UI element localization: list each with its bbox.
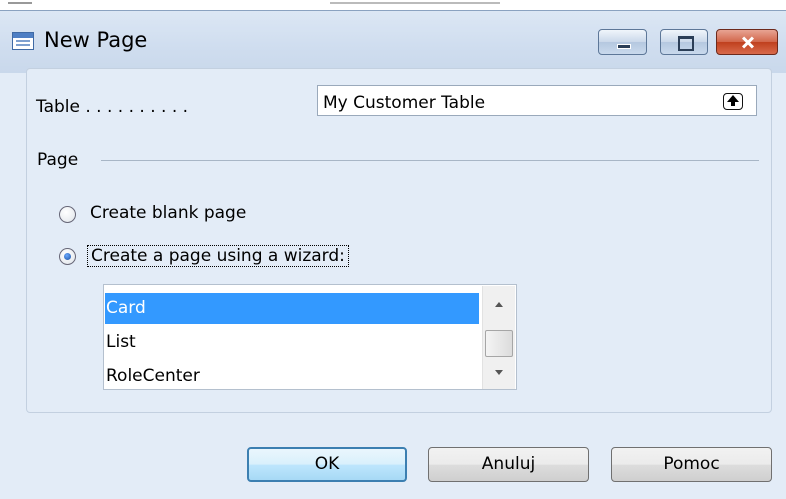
background-app-strip bbox=[0, 0, 786, 10]
page-group-divider bbox=[101, 160, 759, 161]
list-item-card[interactable]: Card bbox=[105, 293, 479, 324]
maximize-button[interactable] bbox=[660, 29, 708, 55]
scroll-up-arrow-icon[interactable] bbox=[483, 296, 516, 314]
table-window-icon bbox=[12, 32, 34, 50]
list-item-rolecenter[interactable]: RoleCenter bbox=[105, 361, 479, 392]
table-label: Table . . . . . . . . . . bbox=[36, 97, 189, 117]
cancel-button[interactable]: Anuluj bbox=[428, 447, 589, 482]
create-blank-page-radio[interactable] bbox=[59, 206, 76, 223]
create-blank-page-label[interactable]: Create blank page bbox=[90, 203, 246, 223]
list-scrollbar[interactable] bbox=[482, 286, 515, 389]
minimize-button[interactable] bbox=[598, 29, 647, 55]
table-value: My Customer Table bbox=[323, 93, 486, 113]
create-page-wizard-radio[interactable] bbox=[59, 248, 76, 265]
title-bar[interactable]: New Page bbox=[0, 11, 786, 73]
page-group-label: Page bbox=[37, 150, 79, 170]
help-button[interactable]: Pomoc bbox=[611, 447, 772, 482]
close-button[interactable] bbox=[716, 29, 778, 55]
list-item-list[interactable]: List bbox=[105, 327, 479, 358]
lookup-arrow-up-icon[interactable] bbox=[723, 93, 743, 110]
background-app-fragment bbox=[330, 2, 500, 4]
create-page-wizard-label[interactable]: Create a page using a wizard: bbox=[87, 245, 349, 267]
ok-button[interactable]: OK bbox=[247, 447, 407, 482]
scroll-down-arrow-icon[interactable] bbox=[483, 364, 516, 382]
scroll-thumb[interactable] bbox=[485, 330, 513, 357]
window-title: New Page bbox=[44, 28, 148, 52]
background-app-fragment bbox=[8, 2, 32, 4]
